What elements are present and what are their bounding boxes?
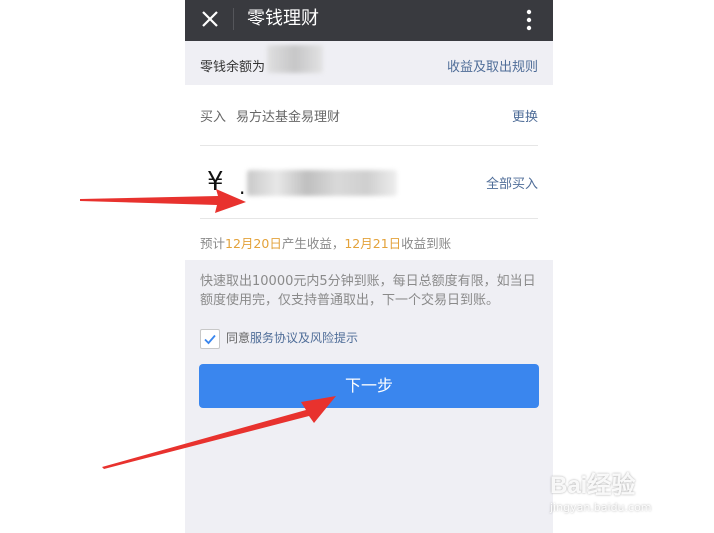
more-vertical-icon[interactable] xyxy=(519,8,539,32)
estimate-prefix: 预计 xyxy=(200,236,226,251)
income-date: 12月20日 xyxy=(225,236,282,251)
topbar-divider xyxy=(233,8,234,30)
next-button[interactable]: 下一步 xyxy=(199,364,539,408)
change-fund-link[interactable]: 更换 xyxy=(512,106,538,125)
income-rules-link[interactable]: 收益及取出规则 xyxy=(447,56,538,75)
agreement-checkbox[interactable] xyxy=(200,329,220,349)
buy-all-link[interactable]: 全部买入 xyxy=(486,173,538,192)
fund-name: 易方达基金易理财 xyxy=(236,110,341,125)
agreement-prefix: 同意 xyxy=(226,331,251,345)
estimate-text: 预计12月20日产生收益，12月21日收益到账 xyxy=(200,233,451,252)
balance-row: 零钱余额为 收益及取出规则 xyxy=(185,41,553,85)
watermark-url: jingyan.baidu.com xyxy=(550,501,652,514)
estimate-mid: 产生收益， xyxy=(281,236,345,251)
amount-cursor: · xyxy=(239,181,246,205)
page-title: 零钱理财 xyxy=(247,8,319,29)
baidu-watermark: Bai经验 jingyan.baidu.com xyxy=(548,455,688,521)
fund-row[interactable]: 买入 易方达基金易理财 xyxy=(200,106,340,125)
purchase-card: 买入 易方达基金易理财 更换 ¥ · 全部买入 预计12月20日产生收益，12月2… xyxy=(185,85,553,260)
estimate-suffix: 收益到账 xyxy=(401,236,452,251)
divider xyxy=(200,145,538,146)
amount-input[interactable] xyxy=(247,170,397,196)
check-icon xyxy=(204,334,216,345)
buy-label: 买入 xyxy=(200,110,227,125)
watermark-brand: Bai经验 xyxy=(550,472,636,499)
balance-label: 零钱余额为 xyxy=(200,60,266,75)
agreement-link[interactable]: 服务协议及风险提示 xyxy=(250,331,358,345)
agreement-text: 同意服务协议及风险提示 xyxy=(226,329,358,346)
divider xyxy=(200,218,538,219)
phone-screen: 零钱理财 零钱余额为 收益及取出规则 买入 易方达基金易理财 更换 ¥ · 全部买… xyxy=(185,0,553,533)
currency-symbol: ¥ xyxy=(207,167,224,197)
arrival-date: 12月21日 xyxy=(344,236,402,251)
top-bar: 零钱理财 xyxy=(185,0,553,41)
withdraw-notice: 快速取出10000元内5分钟到账，每日总额度有限，如当日额度使用完，仅支持普通取… xyxy=(200,274,536,308)
close-icon[interactable] xyxy=(199,8,221,30)
